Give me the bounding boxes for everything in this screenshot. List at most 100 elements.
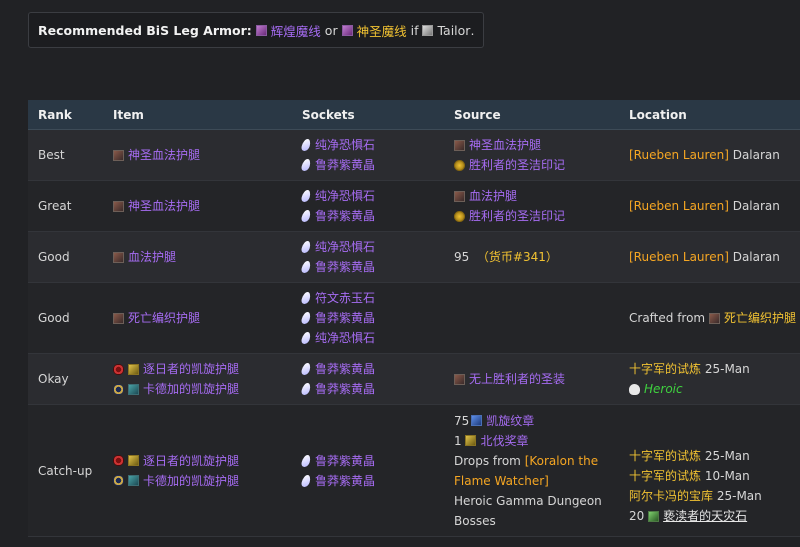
- bis-table: Rank Item Sockets Source Location Best 神…: [28, 100, 800, 537]
- leg-armor-icon: [708, 313, 720, 324]
- header-location: Location: [619, 100, 800, 130]
- rank-cell: Okay: [28, 353, 103, 405]
- stone-link[interactable]: 亵渎者的天灾石: [663, 506, 747, 526]
- socket-gem-link[interactable]: 纯净恐惧石: [315, 135, 375, 155]
- table-row: Catch-up 逐日者的凯旋护腿 卡德加的凯旋护腿 鲁莽紫黄晶 鲁莽紫黄晶 7…: [28, 404, 800, 537]
- rank-cell: Good: [28, 231, 103, 283]
- thread-icon: [341, 24, 353, 36]
- emblem-icon: [471, 415, 483, 426]
- gem-icon: [300, 241, 312, 253]
- socket-gem-link[interactable]: 鲁莽紫黄晶: [315, 359, 375, 379]
- thread-icon: [255, 24, 267, 36]
- raid-size: 25-Man: [716, 489, 762, 503]
- leg-armor-icon: [454, 190, 465, 202]
- gem-icon: [300, 190, 312, 202]
- raid-size: 25-Man: [704, 449, 750, 463]
- tailoring-icon: [422, 24, 434, 36]
- socket-gem-link[interactable]: 鲁莽紫黄晶: [315, 206, 375, 226]
- gem-icon: [300, 363, 312, 375]
- alliance-icon: [113, 383, 124, 395]
- location-zone: Dalaran: [732, 250, 780, 264]
- leg-armor-icon: [454, 139, 465, 151]
- stone-amount: 20: [629, 509, 645, 523]
- gem-icon: [300, 312, 312, 324]
- medal-link[interactable]: 北伐奖章: [480, 431, 528, 451]
- stone-icon: [648, 510, 660, 522]
- socket-gem-link[interactable]: 鲁莽紫黄晶: [315, 257, 375, 277]
- table-row: Best 神圣血法护腿 纯净恐惧石 鲁莽紫黄晶 神圣血法护腿 胜利者的圣洁印记 …: [28, 129, 800, 181]
- leg-armor-icon: [113, 312, 124, 324]
- raid-name[interactable]: 十字军的试炼: [629, 446, 701, 466]
- source-cell-empty: [444, 282, 619, 354]
- item-link[interactable]: 死亡编织护腿: [128, 308, 200, 328]
- recommended-thread-link-1[interactable]: 辉煌魔线: [271, 21, 321, 40]
- bis-recommendation-box: Recommended BiS Leg Armor: 辉煌魔线 or 神圣魔线 …: [28, 12, 485, 48]
- source-item-link[interactable]: 血法护腿: [469, 186, 517, 206]
- period-text: .: [470, 22, 475, 38]
- vendor-npc-link[interactable]: [Rueben Lauren]: [629, 247, 729, 267]
- gem-icon: [300, 210, 312, 222]
- source-token-link[interactable]: 胜利者的圣洁印记: [469, 155, 565, 175]
- emblem-amount: 75: [454, 413, 470, 428]
- vendor-npc-link[interactable]: [Rueben Lauren]: [629, 145, 729, 165]
- raid-name[interactable]: 十字军的试炼: [629, 466, 701, 486]
- socket-gem-link[interactable]: 纯净恐惧石: [315, 328, 375, 348]
- source-token-link[interactable]: 无上胜利者的圣装: [469, 369, 565, 389]
- item-link[interactable]: 血法护腿: [128, 247, 176, 267]
- item-link[interactable]: 神圣血法护腿: [128, 145, 200, 165]
- item-link[interactable]: 神圣血法护腿: [128, 196, 200, 216]
- location-zone: Dalaran: [732, 199, 780, 213]
- item-link[interactable]: 卡德加的凯旋护腿: [143, 471, 239, 491]
- table-row: Good 血法护腿 纯净恐惧石 鲁莽紫黄晶 95 （货币#341） [Ruebe…: [28, 231, 800, 283]
- emblem-link[interactable]: 凯旋纹章: [486, 411, 534, 431]
- gem-icon: [300, 454, 312, 467]
- raid-size: 10-Man: [704, 469, 750, 483]
- raid-name[interactable]: 阿尔卡冯的宝库: [629, 486, 713, 506]
- leg-armor-icon: [128, 455, 139, 466]
- table-row: Good 死亡编织护腿 符文赤玉石 鲁莽紫黄晶 纯净恐惧石 Crafted fr…: [28, 282, 800, 354]
- leg-armor-icon: [113, 149, 124, 161]
- socket-gem-link[interactable]: 鲁莽紫黄晶: [315, 451, 375, 471]
- recommended-thread-link-2[interactable]: 神圣魔线: [357, 21, 407, 40]
- source-token-link[interactable]: 胜利者的圣洁印记: [469, 206, 565, 226]
- socket-gem-link[interactable]: 纯净恐惧石: [315, 186, 375, 206]
- header-item: Item: [103, 100, 292, 130]
- horde-icon: [113, 455, 124, 466]
- table-header-row: Rank Item Sockets Source Location: [28, 100, 800, 130]
- gem-icon: [300, 292, 312, 304]
- socket-gem-link[interactable]: 鲁莽紫黄晶: [315, 379, 375, 399]
- item-link[interactable]: 逐日者的凯旋护腿: [143, 359, 239, 379]
- heroic-mode: Heroic: [644, 382, 683, 396]
- medal-icon: [465, 435, 477, 446]
- item-link[interactable]: 逐日者的凯旋护腿: [143, 451, 239, 471]
- source-item-link[interactable]: 神圣血法护腿: [469, 135, 541, 155]
- header-source: Source: [444, 100, 619, 130]
- gem-icon: [300, 159, 312, 171]
- currency-amount: 95: [454, 250, 470, 264]
- crafted-item-link[interactable]: 死亡编织护腿: [724, 311, 796, 325]
- item-link[interactable]: 卡德加的凯旋护腿: [143, 379, 239, 399]
- header-rank: Rank: [28, 100, 103, 130]
- horde-icon: [113, 363, 124, 375]
- or-text: or: [324, 22, 338, 38]
- medal-amount: 1: [454, 433, 462, 448]
- leg-armor-icon: [113, 251, 124, 263]
- socket-gem-link[interactable]: 鲁莽紫黄晶: [315, 471, 375, 491]
- token-icon: [454, 373, 465, 385]
- raid-name[interactable]: 十字军的试炼: [629, 359, 701, 379]
- socket-gem-link[interactable]: 纯净恐惧石: [315, 237, 375, 257]
- vendor-npc-link[interactable]: [Rueben Lauren]: [629, 196, 729, 216]
- leg-armor-icon: [128, 475, 139, 486]
- header-sockets: Sockets: [292, 100, 444, 130]
- rank-cell: Good: [28, 282, 103, 354]
- table-row: Okay 逐日者的凯旋护腿 卡德加的凯旋护腿 鲁莽紫黄晶 鲁莽紫黄晶 无上胜利者…: [28, 353, 800, 405]
- token-icon: [454, 159, 465, 171]
- socket-gem-link[interactable]: 鲁莽紫黄晶: [315, 155, 375, 175]
- gem-icon: [300, 474, 312, 487]
- socket-gem-link[interactable]: 鲁莽紫黄晶: [315, 308, 375, 328]
- currency-name: （货币#341）: [476, 250, 558, 264]
- socket-gem-link[interactable]: 符文赤玉石: [315, 288, 375, 308]
- gem-icon: [300, 383, 312, 395]
- gem-icon: [300, 139, 312, 151]
- alliance-icon: [113, 475, 124, 486]
